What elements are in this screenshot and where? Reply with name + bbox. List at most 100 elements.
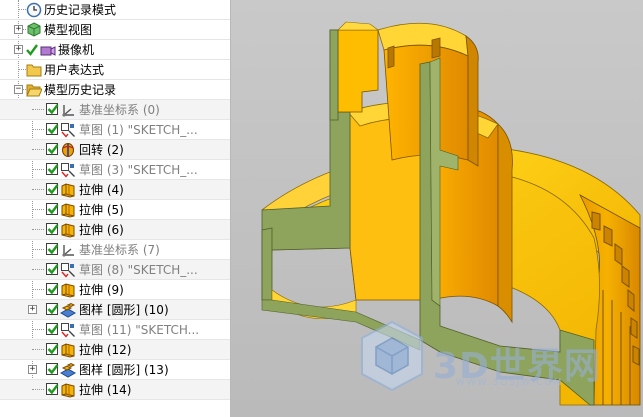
top-slot xyxy=(387,45,395,69)
feature-node[interactable]: 拉伸 (5) xyxy=(0,200,230,220)
collapse-icon[interactable]: − xyxy=(14,85,23,94)
extrude-icon xyxy=(61,383,75,398)
feature-visibility-checkbox[interactable] xyxy=(46,383,59,395)
feature-visibility-checkbox[interactable] xyxy=(46,303,59,315)
tree-node-history-mode[interactable]: 历史记录模式 xyxy=(0,0,230,20)
folder-icon xyxy=(26,64,42,77)
feature-node[interactable]: 草图 (1) "SKETCH_... xyxy=(0,120,230,140)
feature-node[interactable]: 拉伸 (6) xyxy=(0,220,230,240)
checkmark-icon xyxy=(47,124,59,135)
clock-icon xyxy=(26,2,42,18)
feature-visibility-checkbox[interactable] xyxy=(46,183,59,195)
pattern-icon xyxy=(60,362,76,378)
checkmark-icon xyxy=(47,244,59,255)
feature-visibility-checkbox[interactable] xyxy=(46,143,59,155)
feature-label: 拉伸 (4) xyxy=(79,183,124,197)
feature-node[interactable]: 拉伸 (4) xyxy=(0,180,230,200)
watermark-cube-logo xyxy=(361,320,423,392)
datum-csys-icon xyxy=(62,245,74,257)
sketch-icon xyxy=(61,163,75,178)
sketch-icon xyxy=(61,263,75,278)
feature-label: 草图 (11) "SKETCH... xyxy=(79,323,200,337)
feature-visibility-checkbox[interactable] xyxy=(46,363,59,375)
feature-visibility-checkbox[interactable] xyxy=(46,323,59,335)
expand-icon[interactable]: + xyxy=(14,45,23,54)
checkmark-icon xyxy=(47,104,59,115)
feature-node[interactable]: 基准坐标系 (7) xyxy=(0,240,230,260)
tree-node-label: 模型历史记录 xyxy=(44,83,117,97)
extrude-icon xyxy=(61,343,75,358)
feature-node[interactable]: 基准坐标系 (0) xyxy=(0,100,230,120)
expand-icon[interactable]: + xyxy=(28,365,37,374)
feature-node[interactable]: 草图 (11) "SKETCH... xyxy=(0,320,230,340)
feature-label: 拉伸 (12) xyxy=(79,343,132,357)
feature-label: 拉伸 (9) xyxy=(79,283,124,297)
top-slot xyxy=(431,37,441,59)
feature-visibility-checkbox[interactable] xyxy=(46,203,59,215)
checkmark-icon xyxy=(47,364,59,375)
tree-node-label: 模型视图 xyxy=(44,23,93,37)
expand-icon[interactable]: + xyxy=(28,305,37,314)
feature-visibility-checkbox[interactable] xyxy=(46,163,59,175)
camera-icon xyxy=(40,46,56,56)
checkmark-icon xyxy=(47,224,59,235)
feature-visibility-checkbox[interactable] xyxy=(46,263,59,275)
extrude-icon xyxy=(61,283,75,298)
checkmark-icon xyxy=(47,164,59,175)
checkmark-icon xyxy=(47,324,59,335)
feature-visibility-checkbox[interactable] xyxy=(46,243,59,255)
tree-node-cameras[interactable]: + 摄像机 xyxy=(0,40,230,60)
extrude-icon xyxy=(61,183,75,198)
sketch-icon xyxy=(61,323,75,338)
checkmark-icon xyxy=(47,204,59,215)
feature-label: 基准坐标系 (7) xyxy=(79,243,160,257)
feature-label: 拉伸 (14) xyxy=(79,383,132,397)
tree-node-label: 用户表达式 xyxy=(44,63,105,77)
feature-node[interactable]: 回转 (2) xyxy=(0,140,230,160)
feature-visibility-checkbox[interactable] xyxy=(46,223,59,235)
feature-label: 草图 (1) "SKETCH_... xyxy=(79,123,198,137)
watermark-url: WWW.3DSJW.COM xyxy=(456,378,564,388)
feature-visibility-checkbox[interactable] xyxy=(46,123,59,135)
checkmark-icon xyxy=(47,144,59,155)
pattern-icon xyxy=(60,302,76,318)
feature-label: 基准坐标系 (0) xyxy=(79,103,160,117)
extrude-icon xyxy=(61,223,75,238)
sketch-icon xyxy=(61,123,75,138)
checkmark-icon xyxy=(47,344,59,355)
feature-label: 拉伸 (5) xyxy=(79,203,124,217)
checkmark-icon xyxy=(47,384,59,395)
checkmark-icon xyxy=(26,44,38,56)
feature-label: 图样 [圆形] (13) xyxy=(79,363,169,377)
feature-node[interactable]: + 图样 [圆形] (13) xyxy=(0,360,230,380)
feature-visibility-checkbox[interactable] xyxy=(46,283,59,295)
tree-node-label: 历史记录模式 xyxy=(44,3,117,17)
feature-label: 图样 [圆形] (10) xyxy=(79,303,169,317)
feature-label: 回转 (2) xyxy=(79,143,124,157)
feature-visibility-checkbox[interactable] xyxy=(46,343,59,355)
datum-csys-icon xyxy=(62,105,74,117)
checkmark-icon xyxy=(47,264,59,275)
checkmark-icon xyxy=(47,284,59,295)
middle-outer-wall xyxy=(497,123,513,324)
tree-node-label: 摄像机 xyxy=(58,43,95,57)
tree-node-model-history[interactable]: − 模型历史记录 xyxy=(0,80,230,100)
expand-icon[interactable]: + xyxy=(14,25,23,34)
feature-visibility-checkbox[interactable] xyxy=(46,103,59,115)
feature-node[interactable]: 草图 (8) "SKETCH_... xyxy=(0,260,230,280)
tree-node-model-views[interactable]: + 模型视图 xyxy=(0,20,230,40)
top-outer-wall xyxy=(465,35,479,167)
feature-node[interactable]: 拉伸 (9) xyxy=(0,280,230,300)
feature-node[interactable]: 拉伸 (12) xyxy=(0,340,230,360)
checkmark-icon xyxy=(47,184,59,195)
tree-node-user-expressions[interactable]: 用户表达式 xyxy=(0,60,230,80)
folder-open-icon xyxy=(26,84,42,97)
feature-label: 拉伸 (6) xyxy=(79,223,124,237)
feature-node[interactable]: 草图 (3) "SKETCH_... xyxy=(0,160,230,180)
part-navigator-tree: 历史记录模式 + 模型视图 + 摄像机 用户表达式 − 模型历史记录 基准坐标系… xyxy=(0,0,231,417)
checkmark-icon xyxy=(47,304,59,315)
extrude-icon xyxy=(61,203,75,218)
feature-node[interactable]: 拉伸 (14) xyxy=(0,380,230,400)
feature-label: 草图 (3) "SKETCH_... xyxy=(79,163,198,177)
feature-node[interactable]: + 图样 [圆形] (10) xyxy=(0,300,230,320)
